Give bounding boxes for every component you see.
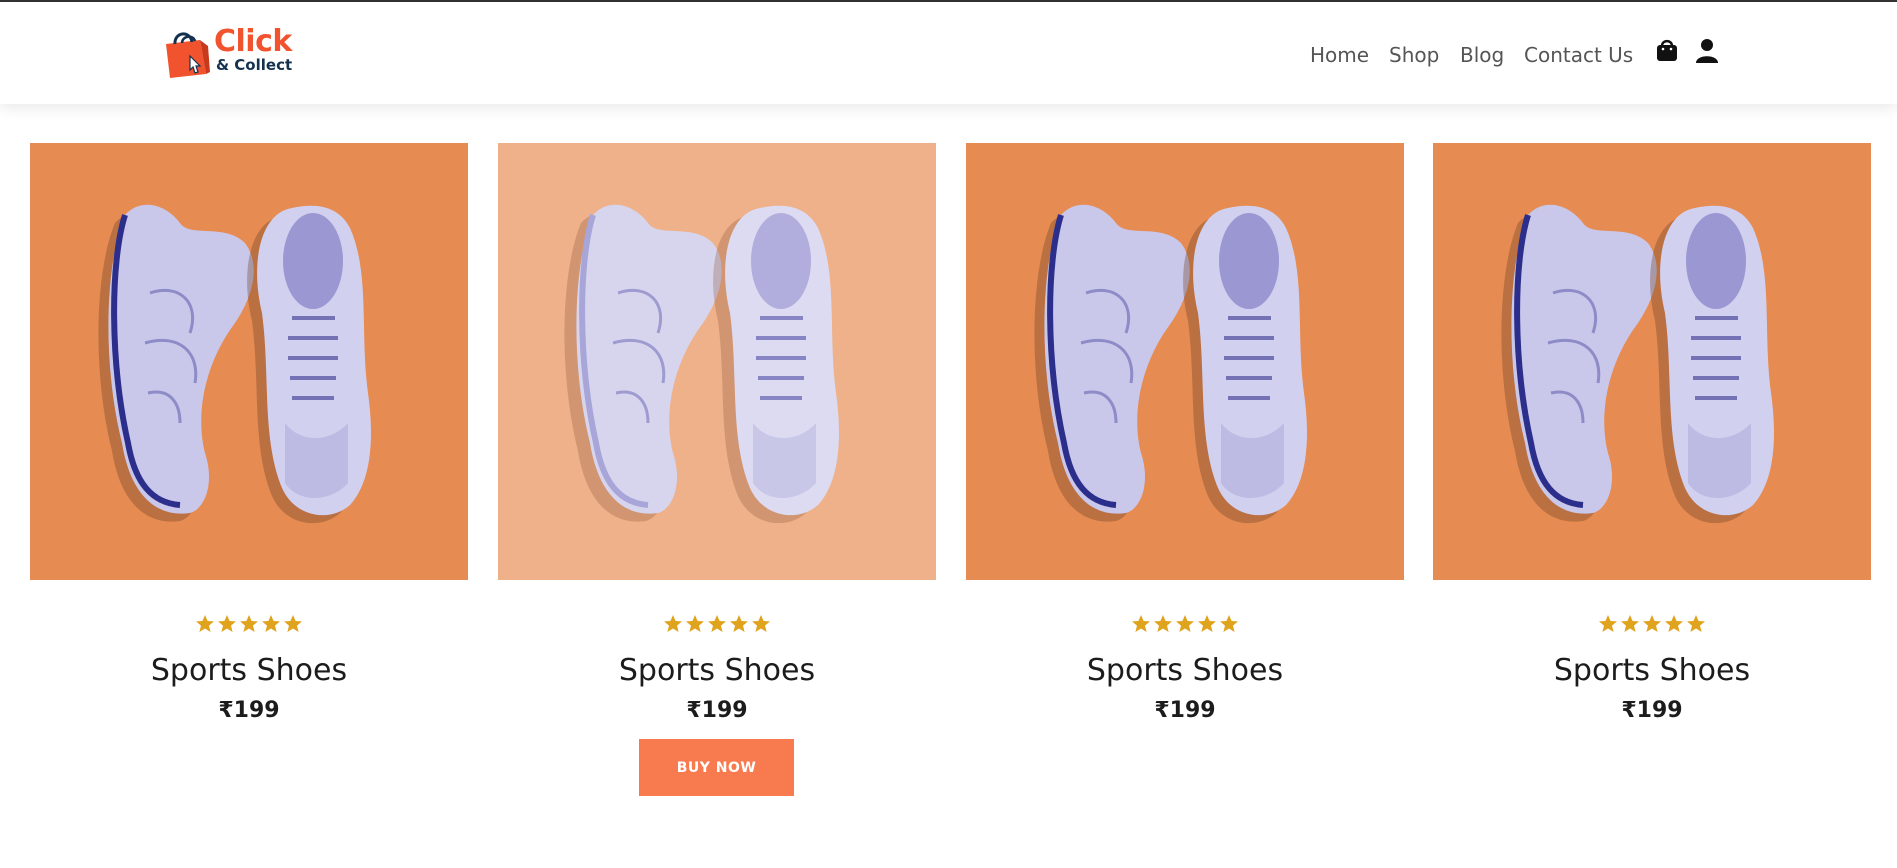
product-image[interactable] [498,143,936,580]
star-icon [1132,615,1150,632]
rating-stars [966,614,1404,638]
rating-stars [30,614,468,638]
star-icon [1643,615,1661,632]
star-icon [262,615,280,632]
star-icon [730,615,748,632]
star-icon [664,615,682,632]
star-icon [1154,615,1172,632]
star-icon [1621,615,1639,632]
rating-stars [1433,614,1871,638]
product-card[interactable]: Sports Shoes ₹199 [966,143,1404,723]
product-card[interactable]: Sports Shoes ₹199 [30,143,468,723]
star-icon [1198,615,1216,632]
nav-link-blog[interactable]: Blog [1460,40,1504,70]
product-image[interactable] [1433,143,1871,580]
star-icon [1220,615,1238,632]
shopping-bag-logo-icon [166,32,210,78]
product-card[interactable]: Sports Shoes ₹199 [1433,143,1871,723]
brand-name-click: Click [214,24,292,59]
product-card[interactable]: Sports Shoes ₹199 BUY NOW [498,143,936,796]
star-icon [686,615,704,632]
product-title[interactable]: Sports Shoes [1433,651,1871,691]
star-icon [708,615,726,632]
star-icon [240,615,258,632]
star-icon [1665,615,1683,632]
star-icon [284,615,302,632]
star-icon [1176,615,1194,632]
brand-name-collect: & Collect [216,56,293,74]
product-price: ₹199 [1154,698,1216,723]
star-icon [1599,615,1617,632]
product-title[interactable]: Sports Shoes [498,651,936,691]
star-icon [196,615,214,632]
navbar: Click & Collect Home Shop Blog Contact U… [0,2,1897,104]
product-image[interactable] [30,143,468,580]
star-icon [1687,615,1705,632]
brand-logo[interactable]: Click & Collect [160,24,306,80]
star-icon [218,615,236,632]
rating-stars [498,614,936,638]
user-icon[interactable] [1696,38,1718,64]
product-title[interactable]: Sports Shoes [966,651,1404,691]
nav-link-home[interactable]: Home [1310,40,1369,70]
shopping-bag-icon[interactable] [1656,38,1678,62]
product-image[interactable] [966,143,1404,580]
star-icon [752,615,770,632]
nav-link-shop[interactable]: Shop [1389,40,1439,70]
product-price: ₹199 [686,698,748,723]
buy-now-button[interactable]: BUY NOW [639,739,794,796]
product-title[interactable]: Sports Shoes [30,651,468,691]
product-price: ₹199 [218,698,280,723]
product-price: ₹199 [1621,698,1683,723]
nav-link-contact-us[interactable]: Contact Us [1524,40,1633,70]
